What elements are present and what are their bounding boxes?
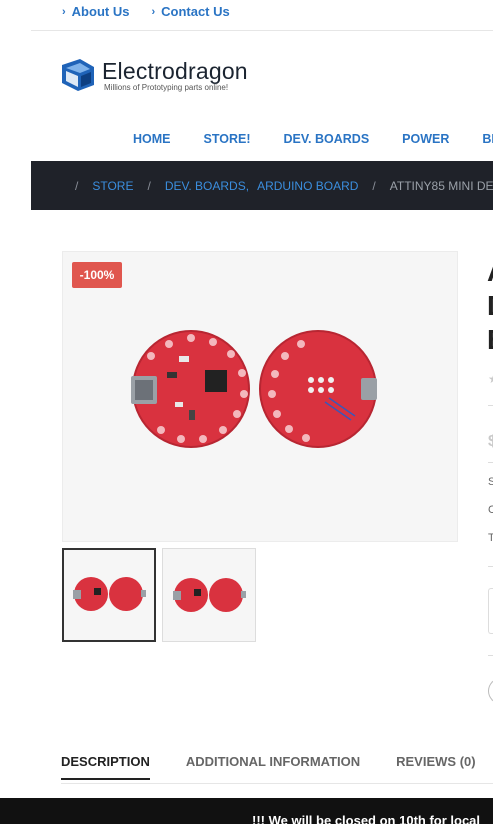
tab-additional-information[interactable]: ADDITIONAL INFORMATION	[186, 754, 360, 780]
meta-fragment: T	[488, 532, 493, 544]
store-notice: !!! We will be closed on 10th for local	[0, 798, 493, 824]
page: › About Us › Contact Us Electrodragon Mi…	[0, 0, 493, 824]
contact-us-label: Contact Us	[161, 4, 230, 19]
about-us-label: About Us	[71, 4, 130, 19]
breadcrumb-dev-boards[interactable]: DEV. BOARDS	[165, 179, 246, 193]
product-title-fragment: D	[487, 290, 493, 322]
quantity-input[interactable]	[488, 588, 493, 634]
tab-reviews[interactable]: REVIEWS (0)	[396, 754, 475, 780]
breadcrumb: / STORE / DEV. BOARDS, ARDUINO BOARD / A…	[31, 161, 493, 210]
nav-home[interactable]: HOME	[133, 132, 171, 146]
thumbnail-photo	[64, 550, 154, 640]
logo-mark-icon	[62, 59, 94, 91]
meta-fragment: C	[488, 504, 493, 516]
divider	[31, 30, 493, 31]
tab-description[interactable]: DESCRIPTION	[61, 754, 150, 780]
price-fragment: $	[488, 433, 493, 450]
rating-star-icon: ★	[488, 372, 493, 386]
thumbnail-1[interactable]	[62, 548, 156, 642]
nav-store[interactable]: STORE!	[204, 132, 251, 146]
breadcrumb-separator: /	[372, 178, 376, 193]
breadcrumb-separator: /	[75, 178, 79, 193]
top-links: › About Us › Contact Us	[62, 4, 230, 19]
logo-name: Electrodragon	[102, 57, 248, 84]
divider	[488, 655, 493, 656]
product-title-fragment: B	[487, 324, 493, 356]
breadcrumb-arduino-board[interactable]: ARDUINO BOARD	[257, 179, 358, 193]
thumbnail-2[interactable]	[162, 548, 256, 642]
about-us-link[interactable]: › About Us	[62, 4, 129, 19]
product-main-image[interactable]	[62, 251, 458, 542]
main-nav: HOME STORE! DEV. BOARDS POWER BREA	[133, 132, 493, 146]
meta-fragment: S	[488, 476, 493, 488]
wishlist-button[interactable]	[488, 678, 493, 704]
thumbnail-photo	[163, 549, 255, 641]
site-logo[interactable]: Electrodragon Millions of Prototyping pa…	[60, 57, 248, 93]
breadcrumb-separator: /	[147, 178, 151, 193]
divider	[488, 462, 493, 463]
nav-power[interactable]: POWER	[402, 132, 449, 146]
divider	[61, 783, 493, 784]
chevron-right-icon: ›	[151, 5, 156, 18]
nav-dev-boards[interactable]: DEV. BOARDS	[284, 132, 370, 146]
logo-tagline: Millions of Prototyping parts online!	[104, 82, 229, 92]
breadcrumb-current: ATTINY85 MINI DEV.	[389, 178, 493, 193]
breadcrumb-store[interactable]: STORE	[92, 179, 133, 193]
divider	[488, 405, 493, 406]
product-tabs: DESCRIPTION ADDITIONAL INFORMATION REVIE…	[61, 754, 493, 780]
product-title-fragment: A	[487, 256, 493, 288]
product-photo	[63, 252, 457, 541]
divider	[488, 566, 493, 567]
sale-badge: -100%	[72, 262, 122, 288]
contact-us-link[interactable]: › Contact Us	[151, 4, 229, 19]
chevron-right-icon: ›	[62, 5, 66, 18]
breadcrumb-comma: ,	[245, 178, 250, 193]
nav-brea[interactable]: BREA	[482, 132, 493, 146]
